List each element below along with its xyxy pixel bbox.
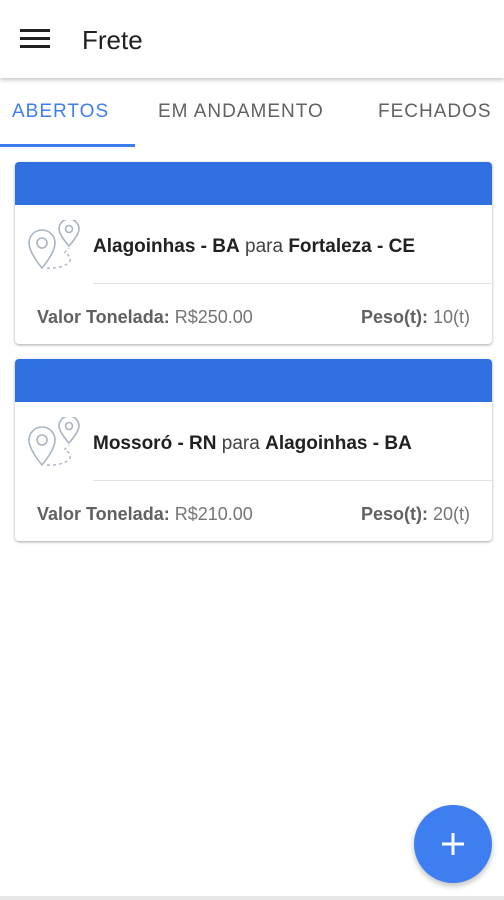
tab-em-andamento[interactable]: EM ANDAMENTO: [158, 80, 324, 146]
route-text: Alagoinhas - BA para Fortaleza - CE: [93, 236, 415, 258]
page-title: Frete: [82, 25, 143, 55]
card-divider: [93, 283, 492, 284]
card-footer: Valor Tonelada: R$210.00 Peso(t): 20(t): [15, 504, 492, 528]
price-info: Valor Tonelada: R$250.00: [37, 307, 253, 328]
card-header: [15, 359, 492, 402]
route-text: Mossoró - RN para Alagoinhas - BA: [93, 433, 412, 455]
menu-icon: [20, 29, 50, 48]
origin-city: Mossoró - RN: [93, 433, 217, 454]
route-map-icon: [28, 417, 80, 467]
app-bar: Frete: [0, 0, 504, 78]
weight-label: Peso(t):: [360, 307, 428, 327]
tab-abertos[interactable]: ABERTOS: [12, 80, 109, 146]
plus-icon: [442, 833, 464, 855]
destination-city: Alagoinhas - BA: [265, 433, 412, 454]
route-connector: para: [245, 236, 284, 257]
active-tab-indicator: [0, 144, 135, 147]
menu-button[interactable]: [14, 22, 58, 58]
price-value: R$210.00: [174, 504, 253, 524]
weight-info: Peso(t): 20(t): [361, 504, 470, 525]
price-label: Valor Tonelada:: [37, 307, 170, 327]
card-footer: Valor Tonelada: R$250.00 Peso(t): 10(t): [15, 307, 492, 331]
card-divider: [93, 480, 492, 481]
tab-bar: ABERTOS EM ANDAMENTO FECHADOS: [0, 80, 504, 148]
frete-card[interactable]: Alagoinhas - BA para Fortaleza - CE Valo…: [15, 162, 492, 344]
tab-fechados[interactable]: FECHADOS: [378, 80, 492, 146]
route-connector: para: [221, 433, 260, 454]
price-value: R$250.00: [174, 307, 253, 327]
add-frete-button[interactable]: [414, 805, 492, 883]
bottom-divider: [0, 896, 504, 900]
card-header: [15, 162, 492, 205]
weight-label: Peso(t):: [360, 504, 428, 524]
price-info: Valor Tonelada: R$210.00: [37, 504, 253, 525]
destination-city: Fortaleza - CE: [288, 236, 416, 257]
frete-card[interactable]: Mossoró - RN para Alagoinhas - BA Valor …: [15, 359, 492, 541]
route-map-icon: [28, 220, 80, 270]
weight-info: Peso(t): 10(t): [361, 307, 470, 328]
origin-city: Alagoinhas - BA: [93, 236, 240, 257]
weight-value: 20(t): [432, 504, 470, 524]
weight-value: 10(t): [432, 307, 470, 327]
price-label: Valor Tonelada:: [37, 504, 170, 524]
